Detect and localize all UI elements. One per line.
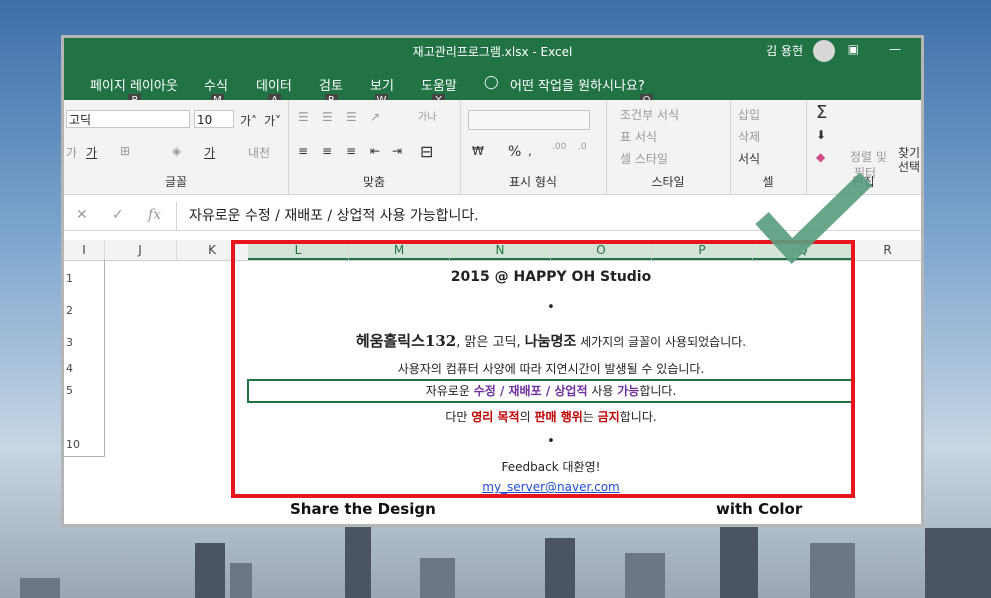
fill-color-icon[interactable]: ◈	[172, 144, 181, 158]
tab-page-layout[interactable]: 페이지 레이아웃	[90, 75, 178, 94]
align-bottom-icon[interactable]: ☰	[346, 110, 357, 124]
font-group-label: 글꼴	[164, 175, 188, 189]
number-group-label: 표시 형식	[509, 175, 557, 189]
title-bar: 재고관리프로그램.xlsx - Excel 김 용현 ▣ —	[64, 38, 921, 64]
decrease-decimal-icon[interactable]: .0	[578, 142, 587, 152]
accounting-icon[interactable]: ₩	[472, 144, 484, 158]
row-header-4[interactable]: 4	[66, 362, 73, 375]
row-header-1[interactable]: 1	[66, 272, 73, 285]
styles-group: 조건부 서식 표 서식 셀 스타일 스타일	[606, 100, 731, 194]
wrap-text-icon[interactable]: 가나	[418, 108, 436, 123]
sort-filter-button[interactable]: 정렬 및	[850, 148, 887, 165]
format-as-table-button[interactable]: 표 서식	[620, 128, 657, 145]
font-name-select[interactable]: 고딕	[66, 110, 190, 128]
align-top-icon[interactable]: ☰	[298, 110, 309, 124]
tell-me-search[interactable]: 어떤 작업을 원하시나요?	[510, 75, 645, 94]
row-headers: 1 2 3 4 5 10	[64, 260, 105, 457]
col-header-j[interactable]: J	[104, 240, 177, 260]
row-header-2[interactable]: 2	[66, 304, 73, 317]
align-right-icon[interactable]: ≡	[346, 144, 356, 158]
row-header-10[interactable]: 10	[66, 438, 80, 451]
tab-data[interactable]: 데이터	[256, 75, 292, 94]
tab-review[interactable]: 검토	[319, 75, 343, 94]
delete-button[interactable]: 삭제	[738, 128, 760, 145]
align-center-icon[interactable]: ≡	[322, 144, 332, 158]
font-size-select[interactable]: 10	[194, 110, 234, 128]
cell-styles-button[interactable]: 셀 스타일	[620, 150, 668, 167]
row-header-5[interactable]: 5	[66, 384, 73, 397]
number-format-select[interactable]	[468, 110, 590, 130]
align-left-icon[interactable]: ≡	[298, 144, 308, 158]
increase-decimal-icon[interactable]: .00	[552, 142, 566, 152]
align-middle-icon[interactable]: ☰	[322, 110, 333, 124]
cancel-icon[interactable]: ✕	[76, 207, 88, 223]
clear-icon[interactable]: ◆	[816, 150, 825, 164]
decrease-font-icon[interactable]: 가˅	[264, 112, 281, 129]
highlight-box	[231, 240, 855, 498]
insert-function-icon[interactable]: fx	[148, 207, 161, 223]
format-button[interactable]: 서식	[738, 150, 760, 167]
number-group: ₩ % , .00 .0 표시 형식	[460, 100, 607, 194]
col-header-i[interactable]: I	[64, 240, 105, 260]
ribbon-tabs: 페이지 레이아웃 P 수식 M 데이터 A 검토 R 보기 W 도움말 Y ◯ …	[64, 64, 921, 107]
enter-icon[interactable]: ✓	[112, 207, 124, 223]
insert-button[interactable]: 삽입	[738, 106, 760, 123]
autosum-icon[interactable]: Σ	[816, 102, 827, 123]
footer-left-text: Share the Design	[290, 500, 436, 518]
decrease-indent-icon[interactable]: ⇤	[370, 144, 380, 158]
checkmark-icon	[755, 173, 873, 264]
merge-center-icon[interactable]: ⊟	[420, 142, 433, 161]
ribbon-display-icon[interactable]: ▣	[848, 42, 859, 56]
footer-right-text: with Color	[716, 500, 803, 518]
excel-window: 재고관리프로그램.xlsx - Excel 김 용현 ▣ — 페이지 레이아웃 …	[64, 38, 921, 524]
fill-icon[interactable]: ⬇	[816, 128, 826, 142]
alignment-group: ☰ ☰ ☰ ↗ 가나 ≡ ≡ ≡ ⇤ ⇥ ⊟ 맞춤	[288, 100, 461, 194]
minimize-icon[interactable]: —	[889, 42, 901, 56]
user-name[interactable]: 김 용현	[766, 42, 803, 59]
comma-icon[interactable]: ,	[528, 144, 532, 158]
border-icon[interactable]: ⊞	[120, 144, 130, 158]
percent-icon[interactable]: %	[508, 144, 521, 160]
conditional-format-button[interactable]: 조건부 서식	[620, 106, 679, 123]
tab-formulas[interactable]: 수식	[204, 75, 228, 94]
increase-font-icon[interactable]: 가˄	[240, 112, 257, 129]
lightbulb-icon: ◯	[484, 75, 499, 90]
orientation-icon[interactable]: ↗	[370, 110, 380, 124]
tab-view[interactable]: 보기	[370, 75, 394, 94]
increase-indent-icon[interactable]: ⇥	[392, 144, 402, 158]
user-avatar[interactable]	[813, 40, 835, 62]
font-group: 고딕 10 가˄ 가˅ 가 가 ⊞ ◈ 가 내천 글꼴	[64, 100, 289, 194]
font-color-icon[interactable]: 가	[204, 144, 215, 161]
styles-group-label: 스타일	[651, 175, 685, 189]
alignment-group-label: 맞춤	[362, 175, 386, 189]
underline-icon[interactable]: 가	[86, 144, 97, 161]
phonetic-icon[interactable]: 내천	[248, 144, 270, 161]
tab-help[interactable]: 도움말	[421, 75, 457, 94]
italic-icon[interactable]: 가	[66, 144, 77, 161]
row-header-3[interactable]: 3	[66, 336, 73, 349]
